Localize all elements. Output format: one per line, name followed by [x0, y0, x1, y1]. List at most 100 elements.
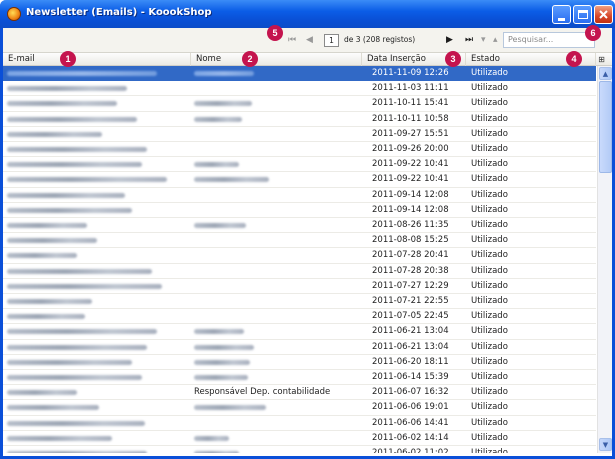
name-cell-redacted — [194, 451, 239, 453]
table-row[interactable]: 2011-11-03 11:11 Utilizado — [3, 81, 596, 97]
email-cell-redacted — [7, 299, 92, 304]
date-cell: 2011-06-07 16:32 — [372, 387, 449, 398]
scroll-down-icon[interactable]: ▼ — [599, 438, 612, 451]
email-cell-redacted — [7, 101, 117, 107]
table-row[interactable]: 2011-10-11 10:58 Utilizado — [3, 112, 596, 127]
date-cell: 2011-09-27 15:51 — [372, 128, 449, 139]
status-cell: Utilizado — [471, 128, 508, 139]
status-cell: Utilizado — [471, 280, 508, 291]
table-row[interactable]: 2011-06-06 14:41 Utilizado — [3, 416, 596, 431]
name-cell-redacted — [194, 101, 252, 107]
date-cell: 2011-09-26 20:00 — [372, 144, 449, 154]
status-cell: Utilizado — [471, 235, 508, 246]
status-cell: Utilizado — [471, 68, 508, 78]
close-icon — [599, 10, 608, 19]
email-cell-redacted — [7, 435, 112, 441]
column-header-email[interactable]: E-mail — [3, 53, 191, 66]
email-cell-redacted — [7, 451, 147, 453]
table-row[interactable]: 2011-06-20 18:11 Utilizado — [3, 355, 596, 370]
table-row[interactable]: 2011-11-09 12:26 Utilizado — [3, 66, 596, 82]
table-row[interactable]: 2011-08-26 11:35 Utilizado — [3, 218, 596, 234]
status-cell: Utilizado — [471, 311, 508, 322]
column-menu-icon[interactable]: ⊞ — [596, 54, 607, 65]
table-row[interactable]: 2011-09-27 15:51 Utilizado — [3, 127, 596, 142]
table-row[interactable]: 2011-06-06 19:01 Utilizado — [3, 400, 596, 416]
grid-header: E-mail Nome Data Inserção Estado ⊞ — [3, 52, 612, 66]
name-cell-redacted — [194, 177, 269, 183]
status-cell: Utilizado — [471, 159, 508, 170]
callout-badge-1: 1 — [60, 51, 76, 67]
maximize-icon — [578, 10, 588, 19]
page-number-input[interactable]: 1 — [324, 34, 339, 47]
next-page-button[interactable]: ▶ — [446, 34, 453, 46]
table-row[interactable]: 2011-08-08 15:25 Utilizado — [3, 233, 596, 249]
maximize-button[interactable] — [573, 5, 592, 24]
table-row[interactable]: 2011-06-02 14:14 Utilizado — [3, 431, 596, 446]
status-cell: Utilizado — [471, 204, 508, 215]
next-page-icon: ▶ — [446, 35, 453, 45]
table-row[interactable]: 2011-07-05 22:45 Utilizado — [3, 309, 596, 325]
email-cell-redacted — [7, 375, 142, 380]
date-cell: 2011-06-06 14:41 — [372, 417, 449, 428]
table-row[interactable]: 2011-09-22 10:41 Utilizado — [3, 172, 596, 188]
email-cell-redacted — [7, 192, 125, 198]
email-cell-redacted — [7, 253, 77, 259]
date-cell: 2011-07-27 12:29 — [372, 280, 449, 291]
table-row[interactable]: 2011-09-22 10:41 Utilizado — [3, 157, 596, 173]
callout-badge-5: 5 — [267, 25, 283, 41]
date-cell: 2011-08-26 11:35 — [372, 220, 449, 230]
table-row[interactable]: 2011-06-14 15:39 Utilizado — [3, 370, 596, 386]
date-cell: 2011-07-28 20:38 — [372, 265, 449, 276]
email-cell-redacted — [7, 359, 132, 365]
email-cell-redacted — [7, 329, 157, 335]
status-cell: Utilizado — [471, 98, 508, 109]
date-cell: 2011-06-21 13:04 — [372, 326, 449, 337]
email-cell-redacted — [7, 283, 162, 289]
email-cell-redacted — [7, 207, 132, 213]
status-cell: Utilizado — [471, 341, 508, 352]
status-cell: Utilizado — [471, 265, 508, 276]
vertical-scrollbar[interactable]: ▲ ▼ — [597, 66, 612, 453]
table-row[interactable]: 2011-09-14 12:08 Utilizado — [3, 203, 596, 218]
status-cell: Utilizado — [471, 432, 508, 443]
table-row[interactable]: 2011-10-11 15:41 Utilizado — [3, 96, 596, 112]
email-cell-redacted — [7, 71, 157, 76]
prev-page-button[interactable]: ◀ — [306, 34, 313, 46]
table-row[interactable]: 2011-07-21 22:55 Utilizado — [3, 294, 596, 310]
minimize-icon — [558, 18, 565, 21]
table-row[interactable]: 2011-06-02 11:02 Utilizado — [3, 446, 596, 453]
status-cell: Utilizado — [471, 372, 508, 382]
table-row[interactable]: 2011-06-21 13:04 Utilizado — [3, 324, 596, 340]
column-header-name[interactable]: Nome — [191, 53, 362, 66]
last-page-button[interactable]: ⏭ — [465, 34, 473, 46]
table-row[interactable]: 2011-06-21 13:04 Utilizado — [3, 340, 596, 355]
date-cell: 2011-06-20 18:11 — [372, 356, 449, 367]
scroll-thumb[interactable] — [599, 81, 612, 173]
status-cell: Utilizado — [471, 144, 508, 154]
table-row[interactable]: 2011-09-14 12:08 Utilizado — [3, 188, 596, 203]
search-input[interactable]: Pesquisar... — [503, 32, 595, 48]
table-row[interactable]: 2011-07-28 20:38 Utilizado — [3, 264, 596, 279]
date-cell: 2011-07-05 22:45 — [372, 311, 449, 322]
table-row[interactable]: 2011-07-27 12:29 Utilizado — [3, 279, 596, 294]
status-cell: Utilizado — [471, 189, 508, 200]
table-row[interactable]: 2011-07-28 20:41 Utilizado — [3, 248, 596, 264]
close-button[interactable] — [594, 5, 613, 24]
scroll-up-icon[interactable]: ▲ — [599, 67, 612, 80]
date-cell: 2011-11-09 12:26 — [372, 68, 449, 78]
table-row[interactable]: 2011-09-26 20:00 Utilizado — [3, 142, 596, 158]
first-page-icon: ⏮ — [288, 35, 297, 45]
callout-badge-4: 4 — [566, 51, 582, 67]
table-row[interactable]: Responsável Dep. contabilidade 2011-06-07… — [3, 385, 596, 401]
status-cell: Utilizado — [471, 387, 508, 398]
title-bar[interactable]: Newsletter (Emails) - KoookShop — [0, 0, 615, 28]
sort-up-button[interactable]: ▴ — [493, 34, 498, 46]
minimize-button[interactable] — [552, 5, 571, 24]
name-cell-redacted — [194, 344, 254, 350]
email-cell-redacted — [7, 223, 87, 228]
sort-down-button[interactable]: ▾ — [481, 34, 486, 46]
first-page-button[interactable]: ⏮ — [288, 34, 296, 46]
status-cell: Utilizado — [471, 448, 508, 453]
email-cell-redacted — [7, 147, 147, 152]
app-window: Newsletter (Emails) - KoookShop ⏮ ◀ 1 de… — [0, 0, 615, 459]
